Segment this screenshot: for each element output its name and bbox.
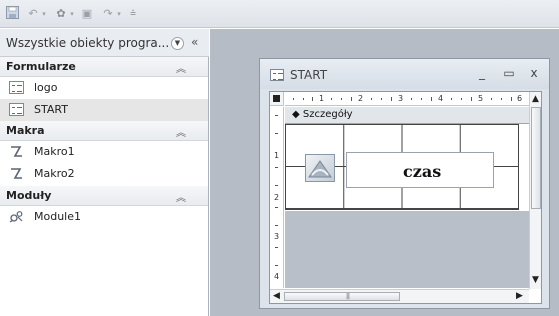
vertical-scrollbar[interactable]: ▲ ▼	[529, 92, 541, 289]
dropdown-arrow-icon[interactable]: ▾	[41, 6, 47, 22]
nav-title[interactable]: Wszystkie obiekty progra...	[6, 36, 169, 50]
ruler-label: 5	[478, 94, 484, 103]
collapse-pane-icon[interactable]: «	[191, 35, 198, 49]
section-title: Szczegóły	[302, 109, 353, 120]
group-formularze[interactable]: Formularze ︽	[0, 57, 208, 77]
horizontal-scroll-thumb[interactable]: |||	[284, 292, 400, 301]
save-icon[interactable]	[5, 6, 19, 22]
scroll-right-arrow-icon[interactable]: ▶	[516, 291, 523, 301]
nav-item-start[interactable]: START	[0, 99, 208, 121]
minimize-icon[interactable]: _	[474, 66, 490, 80]
group-label: Makra	[6, 124, 45, 137]
macro-icon[interactable]: ✿	[53, 6, 69, 22]
group-label: Formularze	[6, 60, 76, 73]
undo-icon[interactable]: ↶	[27, 6, 39, 22]
nav-item-label: logo	[34, 81, 58, 94]
macro-icon	[9, 167, 24, 180]
dropdown-arrow-icon[interactable]: ▾	[69, 6, 75, 22]
module-icon	[9, 210, 24, 223]
redo-icon[interactable]: ↷	[102, 6, 114, 22]
nav-item-module1[interactable]: Module1	[0, 206, 208, 228]
customize-toolbar-icon[interactable]: ⩮	[128, 6, 138, 22]
nav-item-makro2[interactable]: Makro2	[0, 163, 208, 185]
group-moduly[interactable]: Moduły ︽	[0, 186, 208, 206]
vertical-scroll-thumb[interactable]	[531, 107, 541, 209]
textbox-text: czas	[403, 162, 442, 181]
chevron-down-icon[interactable]: ▼	[171, 37, 184, 50]
ruler-label: 2	[358, 94, 364, 103]
chevron-up-icon[interactable]: ︽	[176, 60, 186, 75]
close-icon[interactable]: x	[526, 66, 542, 80]
ruler-label: 1	[319, 94, 325, 103]
nav-item-label: Makro2	[34, 167, 75, 180]
detail-section-bar[interactable]: ◆ Szczegóły	[285, 107, 529, 124]
maximize-icon[interactable]: ▭	[501, 66, 517, 80]
ruler-label: 3	[274, 232, 280, 241]
nav-header: Wszystkie obiekty progra... ▼ «	[0, 29, 209, 57]
macro-icon	[9, 145, 24, 158]
navigation-pane: Wszystkie obiekty progra... ▼ « Formular…	[0, 29, 209, 316]
ruler-label: 4	[274, 272, 280, 281]
nav-item-label: Makro1	[34, 145, 75, 158]
grip-icon: |||	[346, 293, 350, 300]
scroll-down-arrow-icon[interactable]: ▼	[532, 275, 539, 285]
nav-item-label: Module1	[34, 210, 81, 223]
dropdown-arrow-icon[interactable]: ▾	[116, 6, 122, 22]
scroll-up-arrow-icon[interactable]: ▲	[532, 94, 539, 104]
design-surface[interactable]: 1 2 3 4 5 6 1 2 3 4 ◆ Szczegóły czas ▲ ▼…	[269, 91, 542, 304]
form-icon	[270, 69, 284, 81]
group-makra[interactable]: Makra ︽	[0, 121, 208, 141]
nav-item-label: START	[34, 103, 68, 116]
section-label: ◆ Szczegóły	[292, 109, 353, 120]
window-title-bar[interactable]: START _ ▭ x	[260, 59, 549, 89]
quick-access-toolbar: ↶ ▾ ✿ ▾ ▣ ↷ ▾ ⩮	[0, 0, 559, 28]
chevron-up-icon[interactable]: ︽	[176, 189, 186, 204]
form-design-window[interactable]: START _ ▭ x 1 2 3 4 5 6 1 2 3 4 ◆ Szczeg…	[259, 58, 550, 309]
form-icon	[9, 103, 24, 116]
window-title: START	[290, 68, 328, 82]
ruler-label: 3	[398, 94, 404, 103]
vertical-ruler: 1 2 3 4	[270, 107, 284, 288]
nav-item-logo[interactable]: logo	[0, 77, 208, 99]
section-marker-icon: ◆	[292, 109, 303, 120]
horizontal-ruler: 1 2 3 4 5 6	[285, 92, 529, 106]
scroll-left-arrow-icon[interactable]: ◀	[273, 291, 280, 301]
form-icon	[9, 81, 24, 94]
image-control[interactable]	[305, 154, 335, 182]
ruler-label: 6	[517, 94, 523, 103]
chevron-up-icon[interactable]: ︽	[176, 124, 186, 139]
print-icon[interactable]: ▣	[80, 6, 94, 22]
ruler-label: 2	[274, 193, 280, 202]
group-label: Moduły	[6, 189, 52, 202]
ruler-label: 1	[274, 151, 280, 160]
unused-form-area	[285, 211, 529, 288]
horizontal-scrollbar[interactable]: ◀ ||| ▶	[270, 289, 529, 303]
nav-item-makro1[interactable]: Makro1	[0, 141, 208, 163]
ruler-label: 4	[438, 94, 444, 103]
form-selector[interactable]	[270, 92, 284, 106]
